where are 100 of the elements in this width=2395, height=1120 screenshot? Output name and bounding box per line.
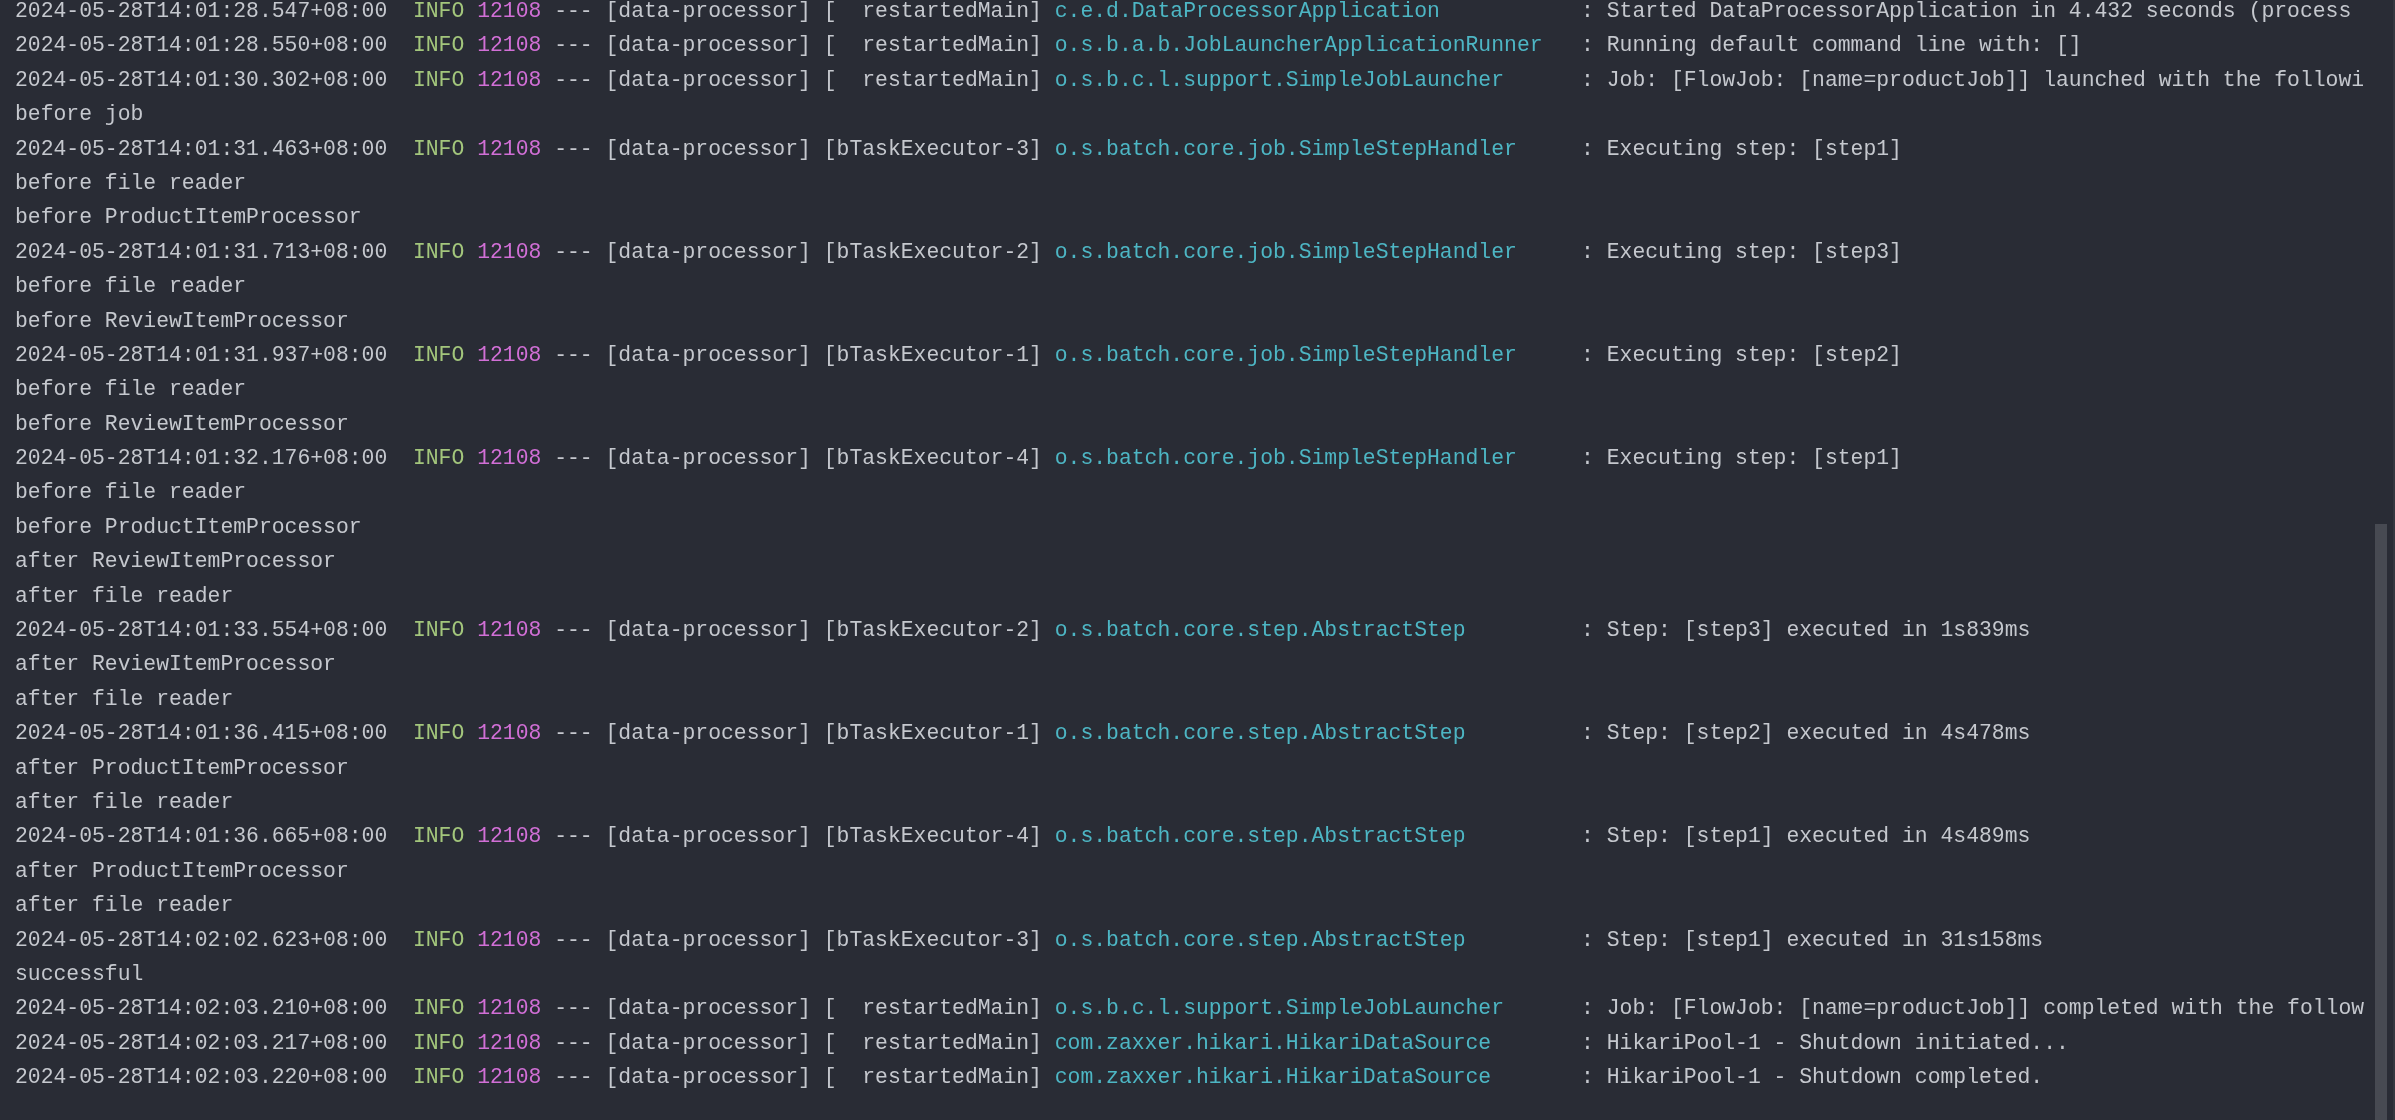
log-message: Step: [step1] executed in 4s489ms (1606, 823, 2031, 851)
log-timestamp: 2024-05-28T14:01:33.554+08:00 (15, 617, 388, 645)
console-output-line: before ReviewItemProcessor (15, 307, 349, 335)
log-timestamp: 2024-05-28T14:02:02.623+08:00 (15, 926, 388, 954)
thread-name: [ restartedMain] (823, 32, 1042, 60)
console-output-line: before file reader (15, 169, 247, 197)
console-output-line: before ReviewItemProcessor (15, 410, 349, 438)
scrollbar-thumb[interactable] (2375, 524, 2387, 1120)
log-level: INFO (412, 995, 465, 1023)
logger-name: c.e.d.DataProcessorApplication (1054, 0, 1441, 25)
console-output-line: after file reader (15, 789, 234, 816)
thread-name: [ restartedMain] (823, 0, 1042, 25)
console-output-line: before ProductItemProcessor (15, 204, 362, 232)
console-output-line: after file reader (15, 892, 234, 920)
app-name: [data-processor] (605, 445, 811, 473)
log-timestamp: 2024-05-28T14:02:03.210+08:00 (15, 995, 388, 1023)
log-message: Executing step: [step1] (1606, 135, 1902, 163)
log-separator: : (1581, 1029, 1594, 1057)
thread-name: [bTaskExecutor-2] (823, 238, 1042, 266)
log-separator: : (1581, 617, 1594, 645)
app-name: [data-processor] (605, 823, 811, 851)
process-id: 12108 (477, 926, 542, 954)
log-separator: : (1581, 823, 1594, 851)
log-separator: --- (554, 32, 593, 60)
logger-name: o.s.batch.core.job.SimpleStepHandler (1054, 341, 1518, 369)
log-level: INFO (412, 720, 465, 748)
console-output-line: after ProductItemProcessor (15, 857, 349, 885)
logger-name: o.s.batch.core.step.AbstractStep (1054, 926, 1467, 954)
log-timestamp: 2024-05-28T14:01:32.176+08:00 (15, 445, 388, 473)
log-level: INFO (412, 823, 465, 851)
log-separator: --- (554, 135, 593, 163)
log-separator: --- (554, 238, 593, 266)
process-id: 12108 (477, 720, 542, 748)
log-timestamp: 2024-05-28T14:02:03.220+08:00 (15, 1064, 388, 1092)
log-separator: --- (554, 823, 593, 851)
log-separator: : (1581, 341, 1594, 369)
log-timestamp: 2024-05-28T14:01:31.937+08:00 (15, 341, 388, 369)
log-level: INFO (412, 926, 465, 954)
process-id: 12108 (477, 0, 542, 25)
app-name: [data-processor] (605, 0, 811, 25)
log-level: INFO (412, 135, 465, 163)
log-message: Step: [step1] executed in 31s158ms (1606, 926, 2044, 954)
console-output-line: after ProductItemProcessor (15, 754, 349, 782)
log-separator: --- (554, 0, 593, 25)
thread-name: [bTaskExecutor-1] (823, 720, 1042, 748)
process-id: 12108 (477, 238, 542, 266)
logger-name: o.s.batch.core.step.AbstractStep (1054, 823, 1467, 851)
thread-name: [bTaskExecutor-3] (823, 135, 1042, 163)
console-output-line: before file reader (15, 376, 247, 404)
logger-name: o.s.batch.core.step.AbstractStep (1054, 720, 1467, 748)
log-level: INFO (412, 238, 465, 266)
log-separator: : (1581, 720, 1594, 748)
logger-name: o.s.batch.core.step.AbstractStep (1054, 617, 1467, 645)
thread-name: [bTaskExecutor-1] (823, 341, 1042, 369)
log-separator: : (1581, 238, 1594, 266)
console-output-line: before file reader (15, 479, 247, 507)
log-separator: --- (554, 720, 593, 748)
console-output-line: after ReviewItemProcessor (15, 651, 336, 679)
log-separator: --- (554, 1029, 593, 1057)
log-timestamp: 2024-05-28T14:01:28.550+08:00 (15, 32, 388, 60)
app-name: [data-processor] (605, 926, 811, 954)
log-separator: : (1581, 1064, 1594, 1092)
console-output-line: before job (15, 101, 144, 129)
log-level: INFO (412, 341, 465, 369)
log-timestamp: 2024-05-28T14:01:31.463+08:00 (15, 135, 388, 163)
log-timestamp: 2024-05-28T14:01:28.547+08:00 (15, 0, 388, 25)
log-message: Executing step: [step2] (1606, 341, 1902, 369)
logger-name: com.zaxxer.hikari.HikariDataSource (1054, 1064, 1493, 1092)
log-separator: : (1581, 995, 1594, 1023)
log-message: Running default command line with: [] (1606, 32, 2082, 60)
app-name: [data-processor] (605, 341, 811, 369)
app-name: [data-processor] (605, 32, 811, 60)
process-id: 12108 (477, 135, 542, 163)
log-level: INFO (412, 617, 465, 645)
log-timestamp: 2024-05-28T14:01:36.415+08:00 (15, 720, 388, 748)
app-name: [data-processor] (605, 135, 811, 163)
log-separator: : (1581, 135, 1594, 163)
thread-name: [bTaskExecutor-4] (823, 823, 1042, 851)
app-name: [data-processor] (605, 1064, 811, 1092)
log-timestamp: 2024-05-28T14:01:31.713+08:00 (15, 238, 388, 266)
log-separator: --- (554, 995, 593, 1023)
thread-name: [ restartedMain] (823, 1029, 1042, 1057)
log-level: INFO (412, 1064, 465, 1092)
console-output-line: successful (15, 960, 144, 988)
log-message: Step: [step3] executed in 1s839ms (1606, 617, 2031, 645)
console-output-line: before file reader (15, 273, 247, 301)
log-separator: : (1581, 32, 1594, 60)
logger-name: o.s.b.a.b.JobLauncherApplicationRunner (1054, 32, 1544, 60)
console-output-line: after ReviewItemProcessor (15, 548, 336, 576)
app-name: [data-processor] (605, 720, 811, 748)
process-id: 12108 (477, 32, 542, 60)
log-level: INFO (412, 0, 465, 25)
log-message: Executing step: [step3] (1606, 238, 1902, 266)
log-separator: --- (554, 445, 593, 473)
app-name: [data-processor] (605, 617, 811, 645)
log-separator: : (1581, 926, 1594, 954)
log-message: Started DataProcessorApplication in 4.432 seconds (process (1606, 0, 2352, 25)
log-separator: --- (554, 341, 593, 369)
app-name: [data-processor] (605, 995, 811, 1023)
app-name: [data-processor] (605, 1029, 811, 1057)
